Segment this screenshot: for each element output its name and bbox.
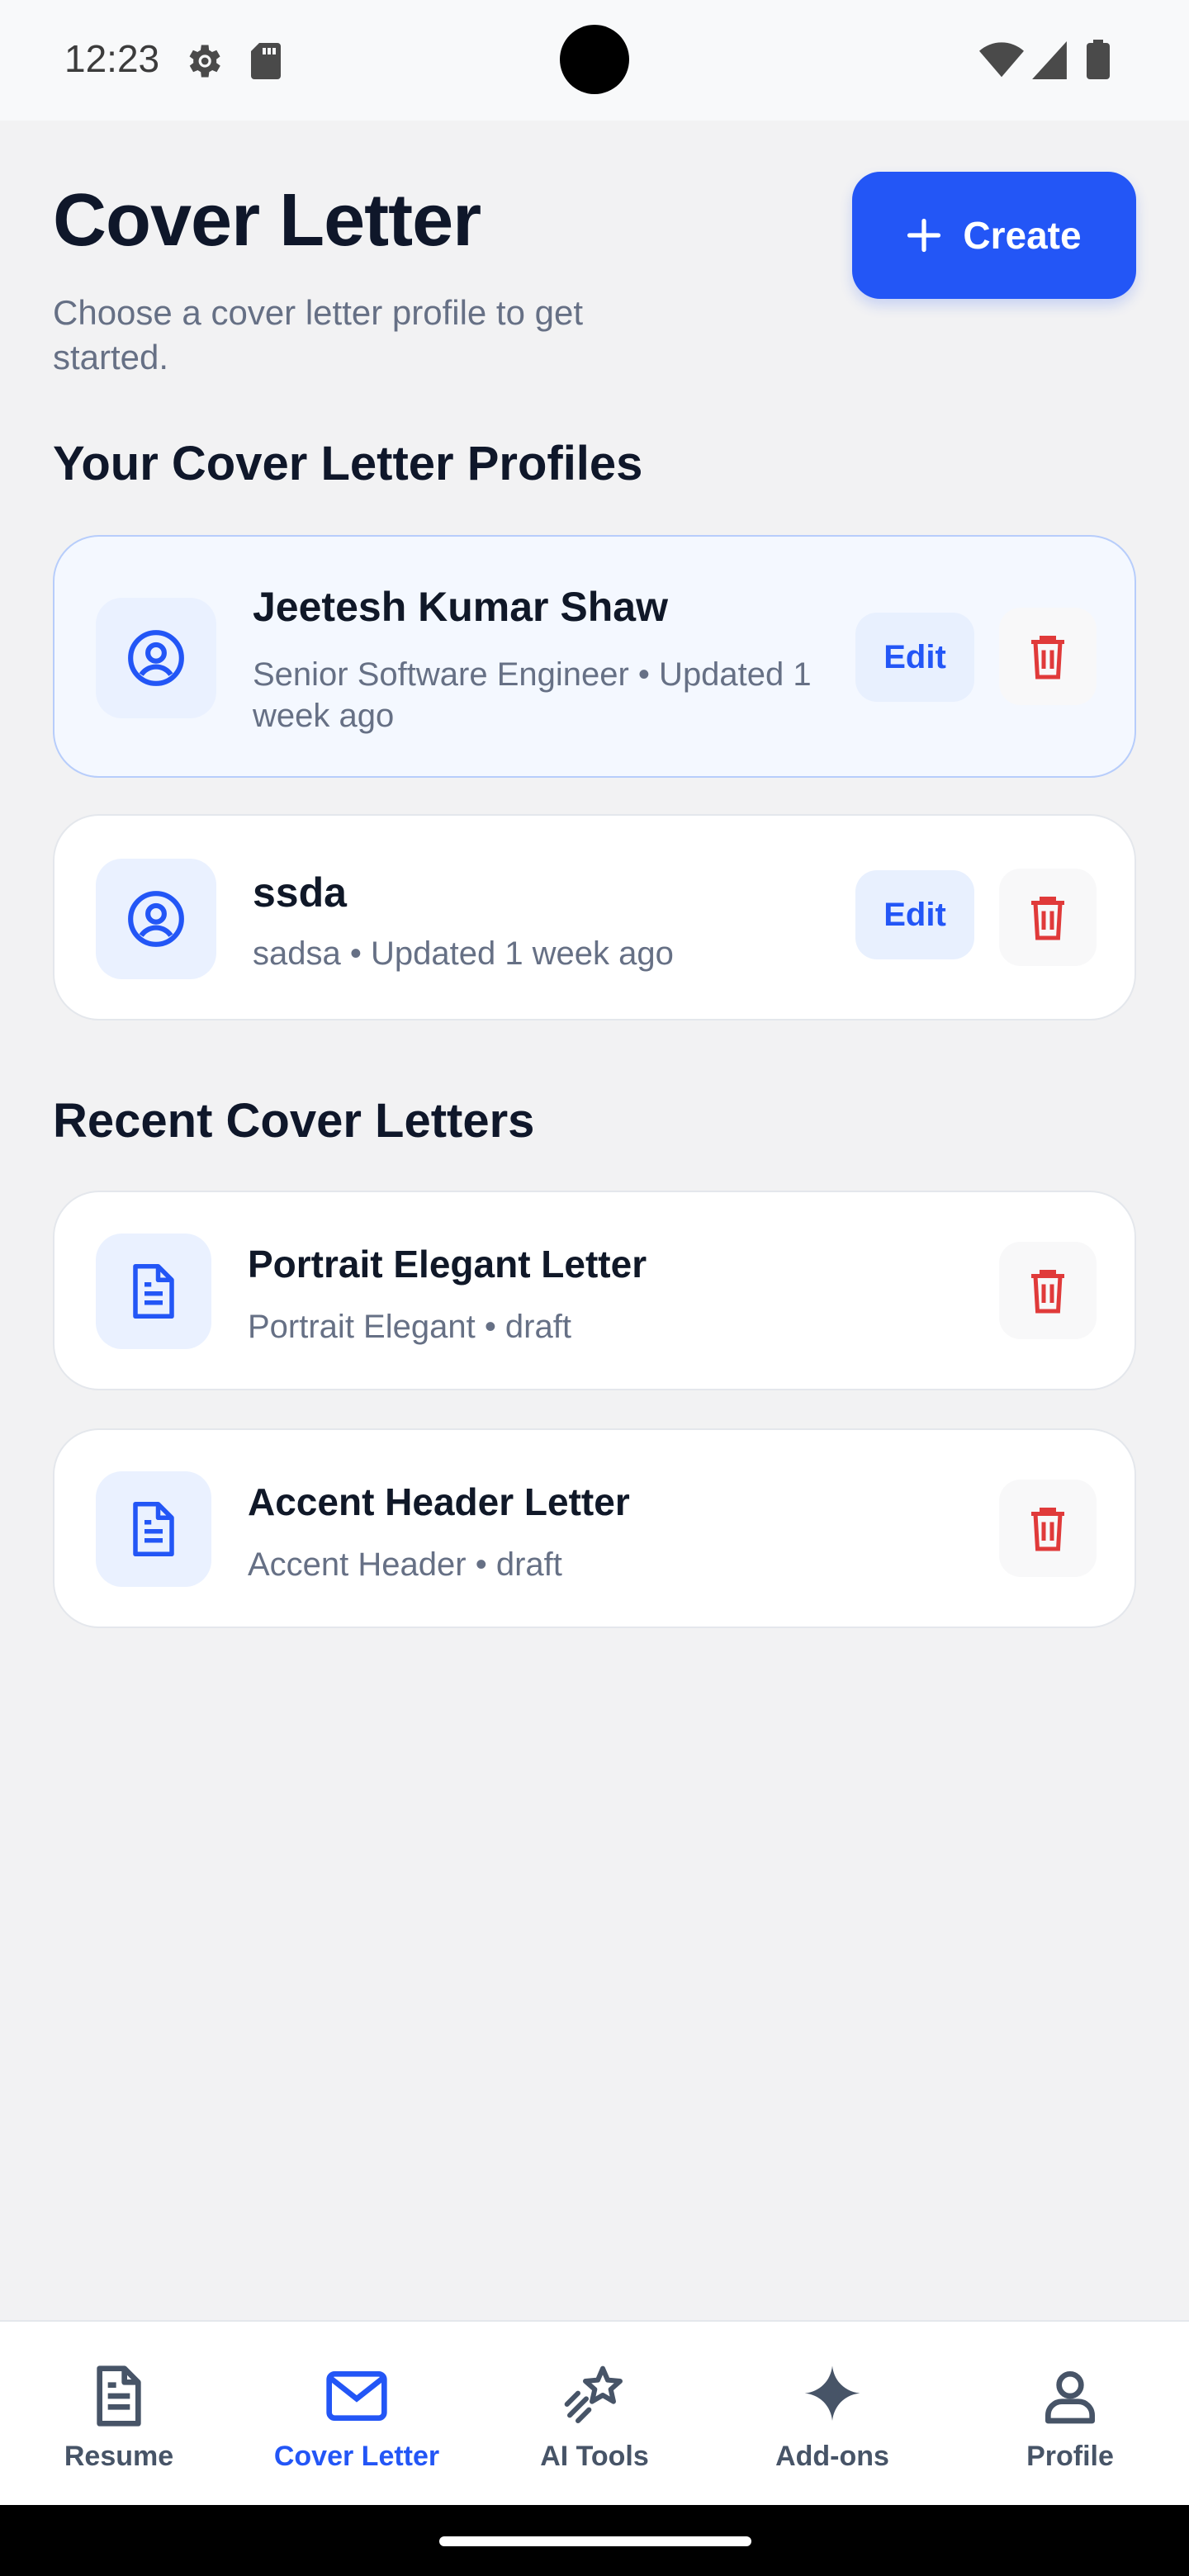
sd-card-icon [251, 43, 281, 79]
delete-letter-button[interactable] [999, 1242, 1097, 1339]
trash-icon [1031, 897, 1064, 940]
status-bar: 12:23 [0, 0, 1189, 121]
status-time: 12:23 [64, 37, 160, 80]
recent-section-title: Recent Cover Letters [53, 1094, 535, 1148]
bottom-nav: Resume Cover Letter AI Tools Add-ons Pro… [0, 2320, 1189, 2505]
profile-meta: sadsa • Updated 1 week ago [253, 935, 674, 972]
nav-label: Profile [1026, 2441, 1114, 2472]
letter-name: Accent Header Letter [248, 1480, 630, 1523]
page-subtitle: Choose a cover letter profile to get sta… [53, 293, 584, 376]
signal-icon [1032, 41, 1067, 79]
document-icon [133, 1264, 174, 1319]
nav-label: AI Tools [540, 2441, 649, 2472]
user-circle-icon [128, 630, 184, 686]
gear-icon [189, 45, 220, 78]
edit-profile-button[interactable]: Edit [855, 613, 974, 702]
nav-item-add-ons[interactable]: Add-ons [713, 2322, 951, 2507]
profile-meta: Senior Software Engineer • Updated 1 wee… [253, 656, 812, 734]
document-icon [97, 2365, 141, 2427]
recent-letter-card[interactable]: Portrait Elegant Letter Portrait Elegant… [53, 1191, 1136, 1390]
home-gesture-handle[interactable] [439, 2536, 751, 2546]
wifi-icon [979, 42, 1024, 78]
delete-letter-button[interactable] [999, 1480, 1097, 1577]
camera-cutout [560, 25, 629, 94]
letter-meta: Accent Header • draft [248, 1546, 562, 1583]
plus-icon [907, 218, 941, 253]
letter-thumbnail [96, 1471, 211, 1587]
profile-name: Jeetesh Kumar Shaw [253, 584, 668, 630]
profile-card[interactable]: Jeetesh Kumar Shaw Senior Software Engin… [53, 535, 1136, 778]
profile-avatar [96, 598, 216, 718]
trash-icon [1031, 1508, 1064, 1551]
document-icon [133, 1502, 174, 1556]
letter-thumbnail [96, 1234, 211, 1349]
nav-label: Cover Letter [273, 2441, 440, 2472]
trash-icon [1031, 636, 1064, 680]
sparkle-icon [804, 2365, 860, 2421]
trash-icon [1031, 1270, 1064, 1314]
letter-meta: Portrait Elegant • draft [248, 1309, 571, 1345]
delete-profile-button[interactable] [999, 608, 1097, 705]
nav-item-resume[interactable]: Resume [0, 2322, 238, 2507]
create-button-label: Create [963, 214, 1082, 257]
recent-letter-card[interactable]: Accent Header Letter Accent Header • dra… [53, 1428, 1136, 1628]
shooting-star-icon [564, 2365, 623, 2423]
nav-item-cover-letter[interactable]: Cover Letter [238, 2322, 476, 2507]
envelope-icon [326, 2371, 387, 2421]
create-button[interactable]: Create [852, 172, 1136, 299]
nav-label: Resume [64, 2441, 174, 2472]
profiles-section-title: Your Cover Letter Profiles [53, 437, 643, 490]
nav-item-ai-tools[interactable]: AI Tools [476, 2322, 713, 2507]
letter-name: Portrait Elegant Letter [248, 1243, 647, 1286]
battery-icon [1087, 40, 1110, 79]
nav-label: Add-ons [775, 2441, 889, 2472]
nav-item-profile[interactable]: Profile [951, 2322, 1189, 2507]
delete-profile-button[interactable] [999, 869, 1097, 966]
profile-name: ssda [253, 869, 347, 916]
page-title: Cover Letter [53, 179, 481, 262]
edit-profile-button[interactable]: Edit [855, 870, 974, 959]
profile-card[interactable]: ssda sadsa • Updated 1 week ago Edit [53, 814, 1136, 1020]
profile-avatar [96, 859, 216, 979]
user-circle-icon [128, 891, 184, 947]
person-icon [1045, 2371, 1095, 2424]
